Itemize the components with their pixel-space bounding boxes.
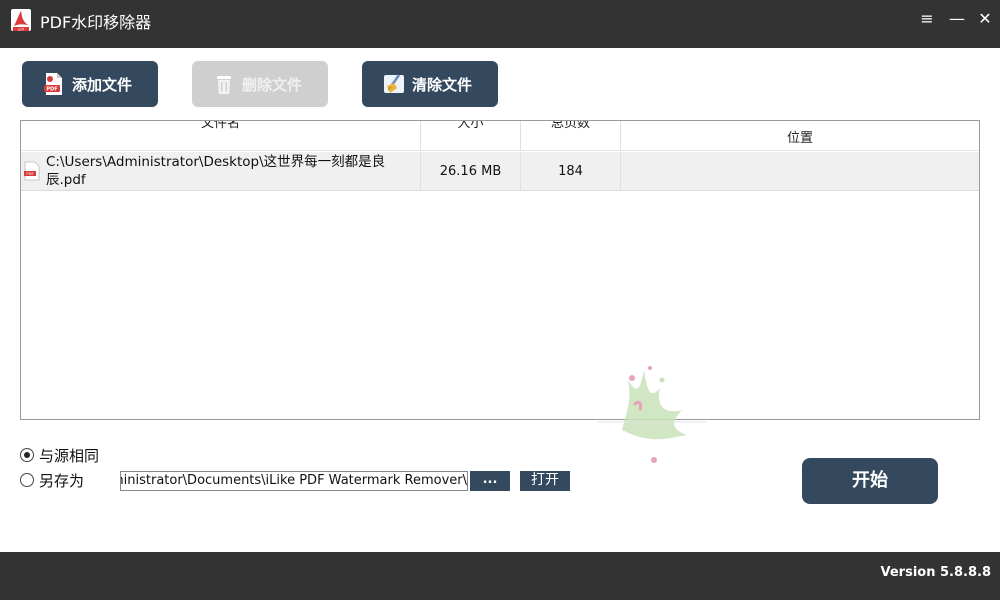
open-folder-button[interactable]: 打开 [520,471,570,491]
svg-text:PDF: PDF [46,87,57,93]
version-label: Version 5.8.8.8 [880,565,991,580]
minimize-icon[interactable]: — [942,4,972,34]
output-path-text: C:\Users\Administrator\Documents\iLike P… [121,473,467,488]
file-pages-cell: 184 [521,152,621,191]
clear-files-button[interactable]: 清除文件 [362,61,498,107]
window-title: PDF水印移除器 [40,13,152,32]
delete-file-label: 删除文件 [242,76,303,94]
file-position-cell [621,152,979,191]
same-as-source-radio[interactable] [20,448,34,462]
file-path-text: C:\Users\Administrator\Desktop\这世界每一刻都是良… [46,154,386,188]
file-size-cell: 26.16 MB [421,152,521,191]
watermark-splash-logo [597,366,707,463]
add-file-button[interactable]: PDF 添加文件 [22,61,158,107]
same-as-source-label[interactable]: 与源相同 [39,445,99,466]
clear-files-label: 清除文件 [412,76,473,94]
add-file-label: 添加文件 [72,76,133,94]
table-header: 文件名 大小 总页数 位置 [21,121,979,151]
output-path-input[interactable]: C:\Users\Administrator\Documents\iLike P… [120,471,468,491]
browse-button[interactable]: ... [470,471,510,491]
column-header-filename[interactable]: 文件名 [21,121,421,151]
broom-icon [384,74,404,93]
delete-file-button[interactable]: 删除文件 [192,61,328,107]
table-row[interactable]: PDF C:\Users\Administrator\Desktop\这世界每一… [21,152,979,191]
menu-icon[interactable]: ≡ [912,4,942,34]
file-name-cell: PDF C:\Users\Administrator\Desktop\这世界每一… [21,152,421,191]
column-header-size[interactable]: 大小 [421,121,521,151]
main-content: PDF 添加文件 删除文件 清除文件 文件名 大小 总页数 位置 PDF C:\… [0,48,1000,552]
file-table: 文件名 大小 总页数 位置 PDF C:\Users\Administrator… [20,120,980,420]
save-as-label[interactable]: 另存为 [39,470,84,491]
column-header-pages[interactable]: 总页数 [521,121,621,151]
save-as-radio[interactable] [20,473,34,487]
svg-text:PDF: PDF [26,171,33,176]
close-icon[interactable]: ✕ [970,4,1000,34]
trash-icon [217,76,231,94]
svg-text:pdf: pdf [18,27,24,31]
start-button[interactable]: 开始 [802,458,938,504]
pdf-file-icon: PDF [24,161,40,181]
footer-bar: Version 5.8.8.8 [0,552,1000,600]
add-pdf-icon: PDF [44,73,62,95]
title-bar: pdf PDF水印移除器 ≡ — ✕ [0,0,1000,48]
column-header-position[interactable]: 位置 [621,121,979,151]
pdf-app-icon: pdf [11,9,31,31]
